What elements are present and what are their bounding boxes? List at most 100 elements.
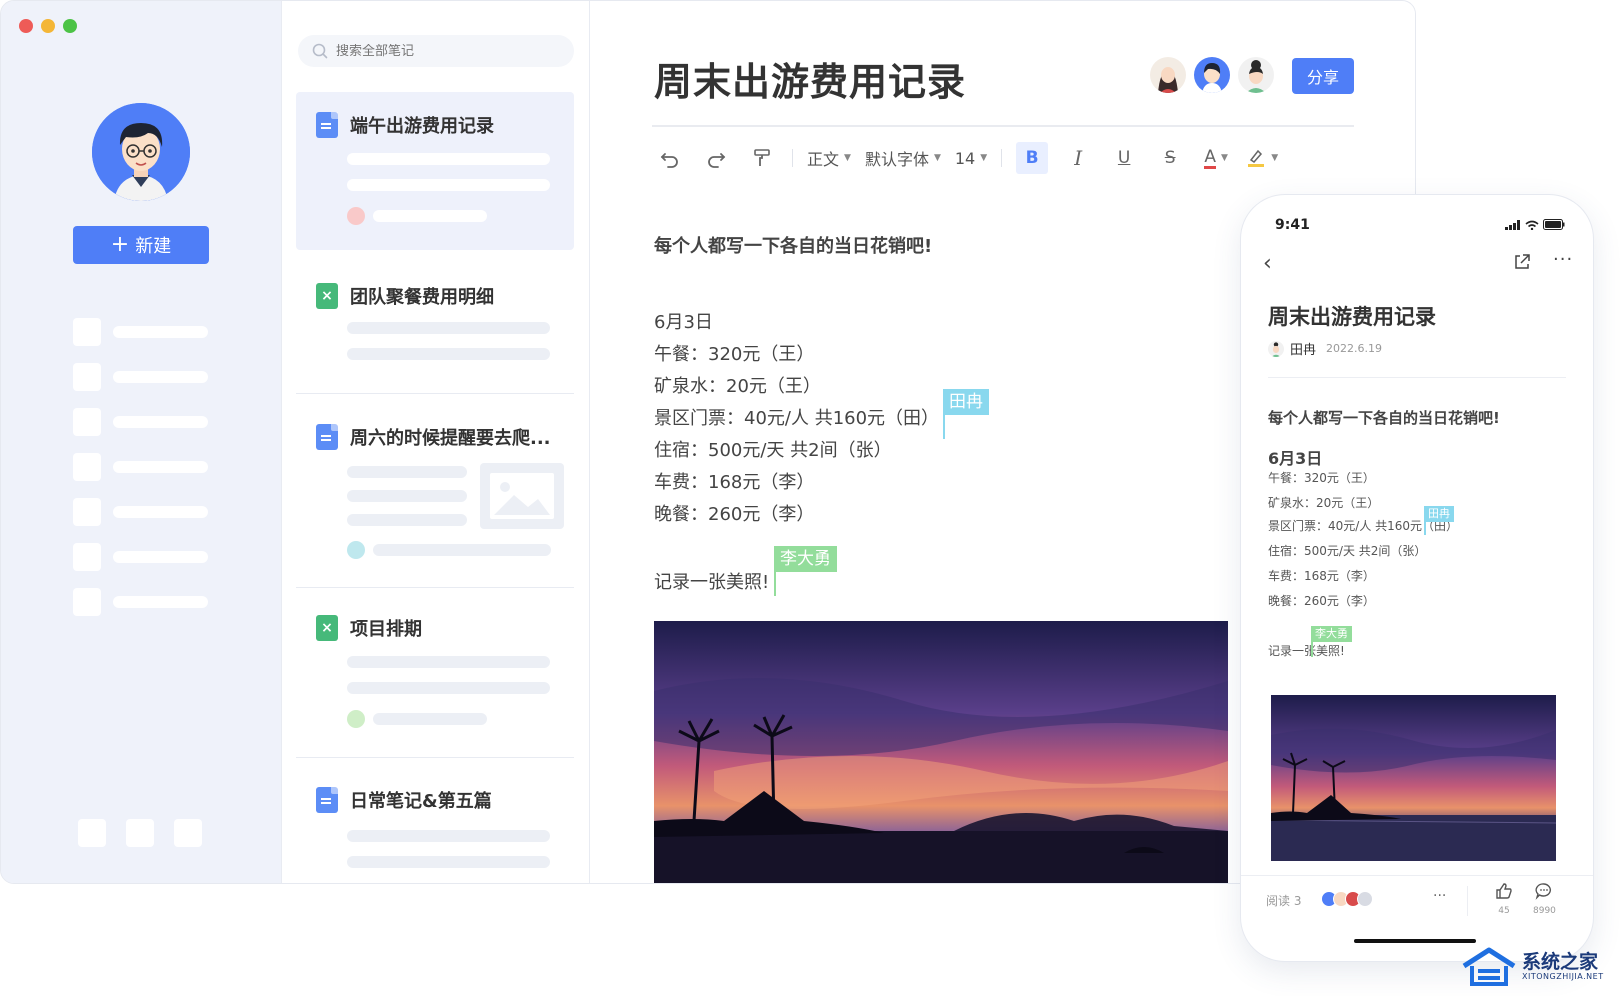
rail-nav-item[interactable] [73, 497, 208, 527]
intro-paragraph: 每个人都写一下各自的当日花销吧! [654, 236, 933, 257]
collaborator-avatar[interactable] [1238, 57, 1274, 93]
expense-line: 景区门票：40元/人 共160元（田） [654, 408, 940, 429]
underline-button[interactable]: U [1108, 142, 1140, 174]
minimize-window-button[interactable] [41, 19, 55, 33]
rail-nav-item[interactable] [73, 407, 208, 437]
comment-button[interactable]: 8990 [1533, 882, 1556, 916]
like-button[interactable]: 45 [1495, 882, 1513, 916]
mobile-bottom-bar: 阅读 3 ··· 45 8990 [1241, 875, 1593, 925]
preview-line [347, 856, 550, 868]
paragraph-style-value: 正文 [807, 150, 840, 169]
rail-nav-placeholder [113, 596, 208, 608]
highlight-button[interactable]: ▼ [1246, 142, 1278, 174]
sheet-icon: × [316, 283, 338, 309]
preview-line [347, 466, 467, 478]
collaborator-avatar[interactable] [1150, 57, 1186, 93]
redo-icon [708, 153, 726, 168]
like-count: 45 [1498, 906, 1510, 916]
undo-button[interactable] [654, 142, 686, 174]
note-title: 端午出游费用记录 [350, 116, 494, 137]
mobile-expense-line: 车费：168元（李） [1268, 569, 1375, 583]
share-button[interactable]: 分享 [1292, 58, 1354, 94]
rail-nav-item[interactable] [73, 362, 208, 392]
preview-line [347, 830, 550, 842]
preview-line [347, 348, 550, 360]
redo-button[interactable] [700, 142, 732, 174]
collaborator-cursor-tag: 田冉 [943, 389, 989, 415]
window-controls [19, 19, 77, 33]
strikethrough-button[interactable]: S [1154, 142, 1186, 174]
font-family-dropdown[interactable]: 默认字体 ▼ [865, 142, 941, 174]
expense-line: 车费：168元（李） [654, 472, 815, 493]
more-icon[interactable]: ··· [1553, 249, 1573, 270]
bar-separator [1467, 886, 1468, 916]
italic-button[interactable]: I [1062, 142, 1094, 174]
document-title[interactable]: 周末出游费用记录 [654, 51, 966, 106]
expense-line: 住宿：500元/天 共2间（张） [654, 440, 892, 461]
photo-caption[interactable]: 记录一张美照! [654, 567, 769, 599]
preview-line [347, 153, 550, 165]
document-body[interactable]: 每个人都写一下各自的当日花销吧! [654, 231, 932, 263]
expense-line: 晚餐：260元（李） [654, 504, 815, 525]
doc-icon [316, 112, 338, 138]
rail-nav-icon [73, 588, 101, 616]
watermark-url: XITONGZHIJIA.NET [1522, 971, 1604, 981]
preview-line [347, 179, 550, 191]
expense-list[interactable]: 6月3日 午餐：320元（王） 矿泉水：20元（王） 景区门票：40元/人 共1… [654, 307, 939, 531]
rail-nav-placeholder [113, 326, 208, 338]
comment-icon [1535, 883, 1552, 900]
search-input[interactable] [336, 43, 536, 59]
note-item[interactable]: 日常笔记&第五篇 [296, 773, 574, 883]
collaborator-cursor-tag: 李大勇 [774, 546, 837, 572]
rail-nav-item[interactable] [73, 317, 208, 347]
font-size-dropdown[interactable]: 14 ▼ [955, 142, 987, 174]
rail-bottom-button[interactable] [126, 819, 154, 847]
rail-bottom-button[interactable] [78, 819, 106, 847]
rail-bottom-button[interactable] [174, 819, 202, 847]
mobile-expense-line: 矿泉水：20元（王） [1268, 496, 1380, 510]
author-dot [347, 541, 365, 559]
back-icon[interactable]: ‹ [1263, 251, 1272, 276]
caption-text: 记录一张美照! [654, 572, 770, 593]
format-painter-button[interactable] [746, 142, 778, 174]
new-note-button[interactable]: + 新建 [73, 226, 209, 264]
doc-icon [316, 787, 338, 813]
wifi-icon [1525, 220, 1539, 230]
rail-nav-item[interactable] [73, 452, 208, 482]
status-icons [1505, 219, 1565, 230]
mobile-cursor [1311, 642, 1313, 657]
rail-nav-item[interactable] [73, 542, 208, 572]
note-item[interactable]: 端午出游费用记录 [296, 92, 574, 250]
author-info: 田冉 2022.6.19 [1268, 339, 1382, 358]
caret-down-icon: ▼ [933, 153, 941, 163]
note-item[interactable]: 周六的时候提醒要去爬... [296, 406, 574, 576]
text-color-button[interactable]: A ▼ [1200, 142, 1232, 174]
toolbar-separator [792, 149, 793, 167]
share-icon[interactable] [1513, 253, 1531, 275]
new-note-label: 新建 [135, 236, 172, 257]
rail-nav-item[interactable] [73, 587, 208, 617]
paragraph-style-dropdown[interactable]: 正文 ▼ [807, 142, 851, 174]
note-item[interactable]: × 团队聚餐费用明细 [296, 263, 574, 383]
rail-nav-icon [73, 363, 101, 391]
rail-nav-placeholder [113, 371, 208, 383]
note-item[interactable]: × 项目排期 [296, 601, 574, 741]
bold-button[interactable]: B [1016, 142, 1049, 174]
expense-line: 午餐：320元（王） [654, 344, 815, 365]
close-window-button[interactable] [19, 19, 33, 33]
format-painter-icon [754, 149, 770, 166]
rail-bottom-actions [78, 819, 202, 847]
header-divider [1268, 377, 1566, 378]
mobile-expense-line: 晚餐：260元（李） [1268, 594, 1375, 608]
collaborator-avatar[interactable] [1194, 57, 1230, 93]
rail-nav-icon [73, 498, 101, 526]
search-bar[interactable] [298, 35, 574, 67]
mobile-sunset-photo[interactable] [1271, 695, 1556, 861]
preview-line [373, 713, 487, 725]
more-icon[interactable]: ··· [1433, 888, 1446, 904]
mobile-preview: 9:41 ‹ ··· 周末出游费用记录 田冉 2022.6.19 每个人都写一下… [1241, 195, 1593, 961]
format-toolbar: 正文 ▼ 默认字体 ▼ 14 ▼ B I U S A ▼ ▼ [654, 141, 1292, 175]
user-avatar[interactable] [92, 103, 190, 201]
sunset-photo[interactable] [654, 621, 1228, 883]
zoom-window-button[interactable] [63, 19, 77, 33]
